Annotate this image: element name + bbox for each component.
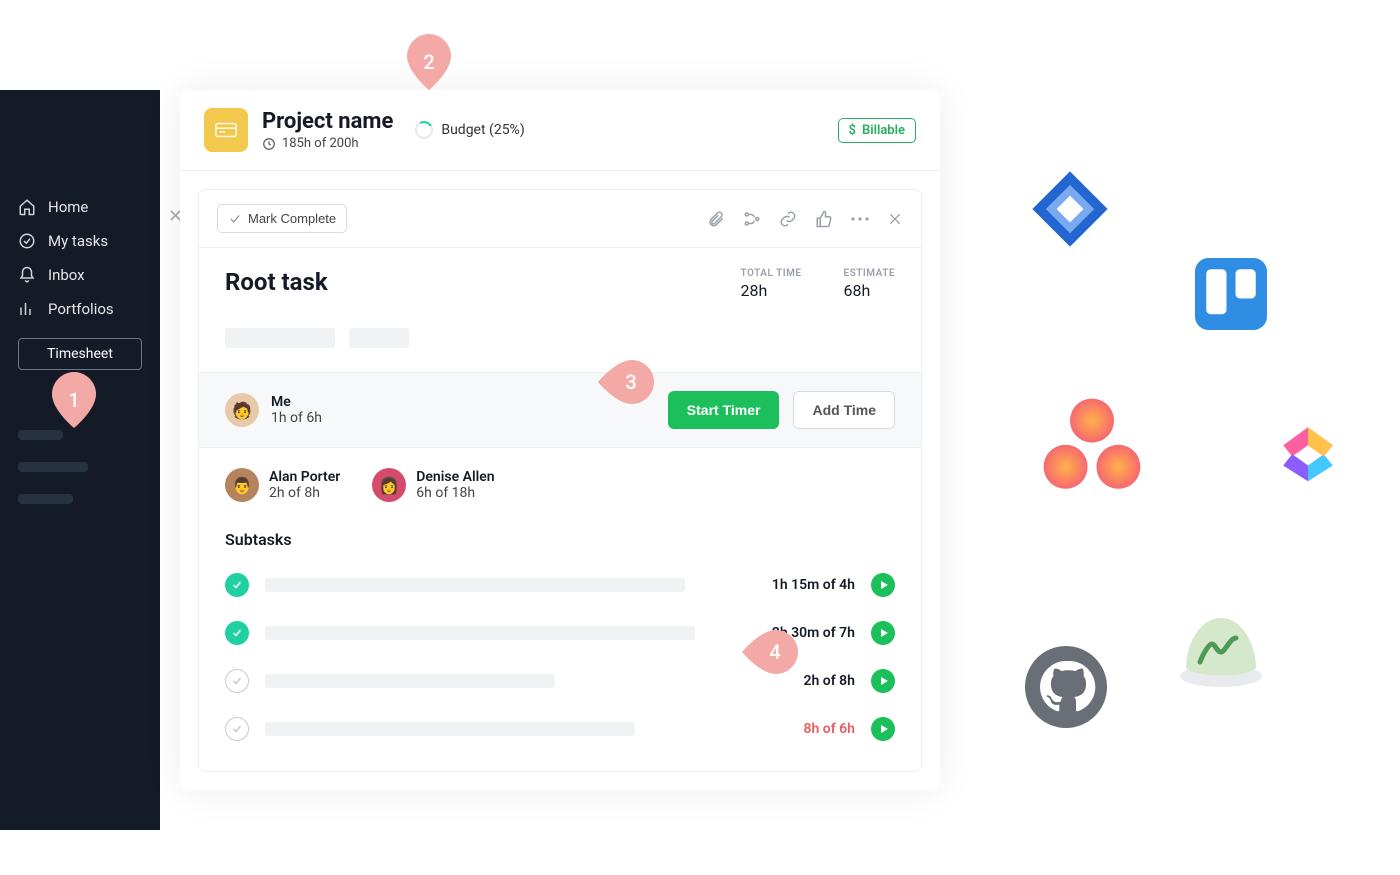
subtask-time: 8h of 6h: [804, 721, 855, 737]
jira-logo-icon: [1027, 166, 1113, 256]
task-toolbar: Mark Complete: [199, 190, 921, 248]
link-icon[interactable]: [779, 210, 797, 228]
basecamp-logo-icon: [1178, 612, 1264, 692]
subtask-row: 8h of 6h: [225, 717, 895, 741]
play-timer-button[interactable]: [871, 669, 895, 693]
mark-complete-button[interactable]: Mark Complete: [217, 204, 347, 233]
nav-label: Inbox: [48, 266, 85, 284]
contributor-time: 6h of 18h: [416, 485, 494, 501]
check-incomplete-icon[interactable]: [225, 669, 249, 693]
subtask-row: 2h 30m of 7h: [225, 621, 895, 645]
attachment-icon[interactable]: [707, 210, 725, 228]
clickup-logo-icon: [1272, 416, 1344, 492]
like-icon[interactable]: [815, 210, 833, 228]
github-logo-icon: [1025, 646, 1107, 732]
nav-mytasks[interactable]: My tasks: [0, 224, 160, 258]
nav-label: Portfolios: [48, 300, 114, 318]
check-complete-icon[interactable]: [225, 621, 249, 645]
play-timer-button[interactable]: [871, 621, 895, 645]
subtask-title-placeholder: [265, 626, 695, 640]
avatar: 👩: [372, 468, 406, 502]
avatar: 👨: [225, 468, 259, 502]
nav-portfolios[interactable]: Portfolios: [0, 292, 160, 326]
add-time-button[interactable]: Add Time: [793, 391, 895, 429]
nav-inbox[interactable]: Inbox: [0, 258, 160, 292]
bell-icon: [18, 266, 36, 284]
close-icon[interactable]: [887, 211, 903, 227]
more-icon[interactable]: [851, 217, 869, 221]
trello-logo-icon: [1195, 258, 1267, 334]
callout-marker-2: 2: [407, 34, 451, 90]
user-name: Me: [271, 394, 322, 410]
play-timer-button[interactable]: [871, 717, 895, 741]
timesheet-button[interactable]: Timesheet: [18, 338, 142, 370]
task-title: Root task: [225, 268, 328, 296]
sidebar: Home My tasks Inbox Portfolios Timesheet: [0, 90, 160, 830]
subtasks-heading: Subtasks: [225, 530, 895, 549]
nav-label: My tasks: [48, 232, 108, 250]
sidebar-placeholder: [18, 494, 73, 504]
play-timer-button[interactable]: [871, 573, 895, 597]
project-icon: [204, 108, 248, 152]
project-title: Project name: [262, 109, 393, 134]
nav-home[interactable]: Home: [0, 190, 160, 224]
check-circle-icon: [18, 232, 36, 250]
contributor-name: Denise Allen: [416, 469, 494, 485]
billable-badge[interactable]: $ Billable: [838, 118, 917, 143]
progress-ring-icon: [413, 119, 435, 141]
sub-branch-icon[interactable]: [743, 210, 761, 228]
subtask-time: 1h 15m of 4h: [772, 577, 855, 593]
check-complete-icon[interactable]: [225, 573, 249, 597]
user-time: 1h of 6h: [271, 410, 322, 426]
sidebar-placeholder: [18, 462, 88, 472]
total-time-stat: TOTAL TIME 28h: [741, 268, 802, 300]
start-timer-button[interactable]: Start Timer: [668, 391, 780, 429]
contributor-time: 2h of 8h: [269, 485, 340, 501]
nav-label: Home: [48, 198, 88, 216]
current-user-row: 🧑 Me 1h of 6h Start Timer Add Time: [199, 372, 921, 448]
clock-icon: [262, 137, 276, 151]
project-hours: 185h of 200h: [262, 136, 393, 151]
task-panel: Mark Complete Root task TOTAL TIME 28h: [198, 189, 922, 772]
avatar: 🧑: [225, 393, 259, 427]
tag-placeholders: [225, 328, 895, 348]
subtask-row: 2h of 8h: [225, 669, 895, 693]
contributors-row: 👨 Alan Porter 2h of 8h 👩 Denise Allen 6h…: [225, 468, 895, 502]
sidebar-placeholder: [18, 430, 63, 440]
detail-panel: Project name 185h of 200h Budget (25%) $…: [180, 90, 940, 790]
subtask-time: 2h of 8h: [804, 673, 855, 689]
subtask-row: 1h 15m of 4h: [225, 573, 895, 597]
subtask-title-placeholder: [265, 722, 635, 736]
subtask-title-placeholder: [265, 674, 555, 688]
project-header: Project name 185h of 200h Budget (25%) $…: [180, 90, 940, 171]
dollar-icon: $: [849, 123, 856, 138]
subtask-title-placeholder: [265, 578, 685, 592]
check-incomplete-icon[interactable]: [225, 717, 249, 741]
contributor-name: Alan Porter: [269, 469, 340, 485]
estimate-stat: ESTIMATE 68h: [844, 268, 895, 300]
asana-logo-icon: [1037, 392, 1147, 506]
subtask-time: 2h 30m of 7h: [772, 625, 855, 641]
budget-indicator: Budget (25%): [415, 121, 524, 139]
bars-icon: [18, 300, 36, 318]
check-icon: [228, 212, 242, 226]
home-icon: [18, 198, 36, 216]
